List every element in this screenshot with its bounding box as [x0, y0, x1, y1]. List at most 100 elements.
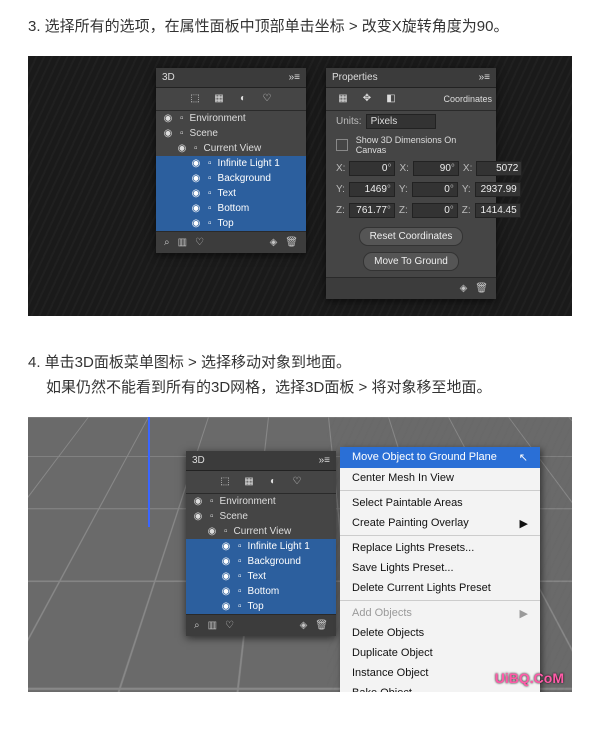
- menu-item[interactable]: Create Painting Overlay▶: [340, 513, 540, 533]
- menu-item[interactable]: Move Object to Ground Plane↖: [340, 447, 540, 468]
- x-pos[interactable]: 90: [413, 161, 459, 176]
- menu-item[interactable]: Delete Objects: [340, 623, 540, 643]
- panel-3d[interactable]: 3D »≡ ⬚ ▦ ◐ ♡ ◉▫Environment◉▫Scene◉▫Curr…: [186, 451, 336, 636]
- tab-mesh-icon[interactable]: ▦: [336, 92, 350, 106]
- trash-icon[interactable]: 🗑: [475, 283, 488, 294]
- move-to-ground-button[interactable]: Move To Ground: [363, 252, 459, 271]
- tab-scene-icon[interactable]: ⬚: [218, 475, 232, 489]
- tab-materials-icon[interactable]: ◐: [266, 475, 280, 489]
- tree-item[interactable]: ◉▫Background: [186, 554, 336, 569]
- x-size[interactable]: 5072: [476, 161, 522, 176]
- properties-tabs[interactable]: ▦ ✥ ◧ Coordinates: [326, 88, 496, 111]
- panel-3d[interactable]: 3D »≡ ⬚ ▦ ◐ ♡ ◉▫Environment◉▫Scene◉▫Curr…: [156, 68, 306, 253]
- tree-item[interactable]: ◉▫Scene: [156, 126, 306, 141]
- visibility-icon[interactable]: ◉: [206, 526, 218, 537]
- tree-item[interactable]: ◉▫Top: [156, 216, 306, 231]
- tree-item[interactable]: ◉▫Current View: [156, 141, 306, 156]
- visibility-icon[interactable]: ◉: [192, 496, 204, 507]
- tree-item[interactable]: ◉▫Environment: [156, 111, 306, 126]
- x-angle[interactable]: 0: [349, 161, 395, 176]
- item-type-icon: ▫: [208, 173, 212, 184]
- panel-3d-tabs[interactable]: ⬚ ▦ ◐ ♡: [186, 471, 336, 494]
- visibility-icon[interactable]: ◉: [190, 158, 202, 169]
- y-pos[interactable]: 0: [412, 182, 458, 197]
- render-icon[interactable]: ◈: [300, 620, 308, 631]
- render-icon[interactable]: ◈: [460, 283, 468, 294]
- z-angle[interactable]: 761.77: [349, 203, 395, 218]
- z-size[interactable]: 1414.45: [475, 203, 521, 218]
- tree-item[interactable]: ◉▫Infinite Light 1: [156, 156, 306, 171]
- tree-item[interactable]: ◉▫Background: [156, 171, 306, 186]
- tree-item[interactable]: ◉▫Environment: [186, 494, 336, 509]
- units-select[interactable]: Pixels: [366, 114, 436, 129]
- light-icon[interactable]: ♡: [225, 620, 234, 631]
- y-angle[interactable]: 1469: [349, 182, 395, 197]
- trash-icon[interactable]: 🗑: [285, 237, 298, 248]
- tree-item-label: Environment: [190, 113, 300, 124]
- render-icon[interactable]: ◈: [270, 237, 278, 248]
- panel-3d-bottombar[interactable]: ⌕ ▥ ♡ ◈ 🗑: [186, 614, 336, 636]
- show-dims-checkbox[interactable]: [336, 139, 348, 151]
- tab-mesh-icon[interactable]: ▦: [242, 475, 256, 489]
- properties-title: Properties: [332, 72, 479, 83]
- visibility-icon[interactable]: ◉: [176, 143, 188, 154]
- tree-item[interactable]: ◉▫Top: [186, 599, 336, 614]
- tab-lights-icon[interactable]: ♡: [290, 475, 304, 489]
- visibility-icon[interactable]: ◉: [190, 218, 202, 229]
- panel-menu-icon[interactable]: »≡: [479, 72, 490, 83]
- panel-3d-titlebar[interactable]: 3D »≡: [156, 68, 306, 88]
- visibility-icon[interactable]: ◉: [220, 601, 232, 612]
- panel-3d-tabs[interactable]: ⬚ ▦ ◐ ♡: [156, 88, 306, 111]
- tab-coordinates-label[interactable]: Coordinates: [443, 92, 492, 106]
- tab-mesh-icon[interactable]: ▦: [212, 92, 226, 106]
- panel-menu-icon[interactable]: »≡: [289, 72, 300, 83]
- tab-materials-icon[interactable]: ◐: [236, 92, 250, 106]
- tree-item[interactable]: ◉▫Bottom: [156, 201, 306, 216]
- menu-item[interactable]: Center Mesh In View: [340, 468, 540, 488]
- tree-item[interactable]: ◉▫Current View: [186, 524, 336, 539]
- panel-3d-titlebar[interactable]: 3D »≡: [186, 451, 336, 471]
- tree-item[interactable]: ◉▫Bottom: [186, 584, 336, 599]
- menu-item[interactable]: Save Lights Preset...: [340, 558, 540, 578]
- tree-item[interactable]: ◉▫Text: [156, 186, 306, 201]
- tree-item[interactable]: ◉▫Infinite Light 1: [186, 539, 336, 554]
- light-icon[interactable]: ♡: [195, 237, 204, 248]
- filter-icon[interactable]: ⌕: [164, 237, 170, 248]
- show-dims-row[interactable]: Show 3D Dimensions On Canvas: [326, 132, 496, 158]
- visibility-icon[interactable]: ◉: [220, 541, 232, 552]
- panel-properties[interactable]: Properties »≡ ▦ ✥ ◧ Coordinates Units: P…: [326, 68, 496, 299]
- menu-item[interactable]: Duplicate Object: [340, 643, 540, 663]
- tab-lights-icon[interactable]: ♡: [260, 92, 274, 106]
- panel-3d-bottombar[interactable]: ⌕ ▥ ♡ ◈ 🗑: [156, 231, 306, 253]
- cursor-icon: ↖: [519, 451, 528, 464]
- menu-item[interactable]: Delete Current Lights Preset: [340, 578, 540, 598]
- visibility-icon[interactable]: ◉: [192, 511, 204, 522]
- visibility-icon[interactable]: ◉: [162, 113, 174, 124]
- tab-scene-icon[interactable]: ⬚: [188, 92, 202, 106]
- visibility-icon[interactable]: ◉: [162, 128, 174, 139]
- tab-deform-icon[interactable]: ✥: [360, 92, 374, 106]
- visibility-icon[interactable]: ◉: [190, 188, 202, 199]
- tab-cap-icon[interactable]: ◧: [384, 92, 398, 106]
- trash-icon[interactable]: 🗑: [315, 620, 328, 631]
- z-pos[interactable]: 0: [412, 203, 458, 218]
- visibility-icon[interactable]: ◉: [220, 586, 232, 597]
- new-layer-icon[interactable]: ▥: [178, 237, 187, 248]
- new-layer-icon[interactable]: ▥: [208, 620, 217, 631]
- visibility-icon[interactable]: ◉: [220, 556, 232, 567]
- menu-item[interactable]: Select Paintable Areas: [340, 493, 540, 513]
- context-menu[interactable]: Move Object to Ground Plane↖Center Mesh …: [340, 447, 540, 692]
- visibility-icon[interactable]: ◉: [190, 203, 202, 214]
- reset-coordinates-button[interactable]: Reset Coordinates: [359, 227, 464, 246]
- visibility-icon[interactable]: ◉: [220, 571, 232, 582]
- visibility-icon[interactable]: ◉: [190, 173, 202, 184]
- tree-item[interactable]: ◉▫Text: [186, 569, 336, 584]
- tree-item-label: Scene: [190, 128, 300, 139]
- filter-icon[interactable]: ⌕: [194, 620, 200, 631]
- menu-item[interactable]: Replace Lights Presets...: [340, 538, 540, 558]
- tree-item-label: Bottom: [218, 203, 300, 214]
- tree-item[interactable]: ◉▫Scene: [186, 509, 336, 524]
- panel-menu-icon[interactable]: »≡: [319, 455, 330, 466]
- y-size[interactable]: 2937.99: [475, 182, 521, 197]
- properties-titlebar[interactable]: Properties »≡: [326, 68, 496, 88]
